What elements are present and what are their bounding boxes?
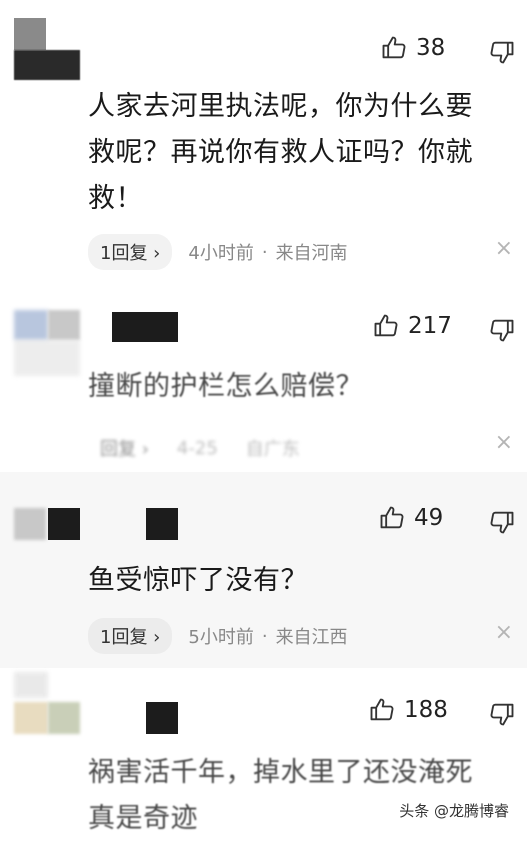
- like-button[interactable]: 38: [380, 34, 445, 62]
- thumbs-up-icon: [380, 506, 404, 529]
- timestamp: 5小时前: [188, 627, 254, 648]
- reply-button[interactable]: 回复 ›: [88, 430, 161, 466]
- comment-line: 鱼受惊吓了没有？: [88, 565, 308, 596]
- location: 来自河南: [275, 243, 348, 264]
- comment-meta: 1回复 › 4小时前 · 来自河南: [88, 234, 348, 270]
- thumbs-up-icon: [382, 36, 406, 59]
- avatar[interactable]: [14, 672, 80, 734]
- comment-meta: 1回复 › 5小时前 · 来自江西: [88, 618, 348, 654]
- thumbs-up-icon: [370, 698, 394, 721]
- dislike-button[interactable]: [488, 38, 516, 66]
- reply-button[interactable]: 1回复 ›: [88, 618, 173, 654]
- username-redacted: [112, 312, 178, 342]
- comment-1: 38 人家去河里执法呢，你为什么要 救呢？再说你有救人证吗？你就 救！ 1回复 …: [0, 0, 527, 290]
- comment-text: 祸害活千年，掉水里了还没淹死 真是奇迹: [88, 750, 473, 842]
- timestamp: 4小时前: [188, 243, 254, 264]
- thumbs-down-icon: [490, 703, 514, 726]
- watermark: 头条 @龙腾博睿: [395, 798, 513, 823]
- dislike-button[interactable]: [488, 700, 516, 728]
- like-count: 49: [414, 505, 444, 531]
- thumbs-down-icon: [490, 511, 514, 534]
- timestamp: 4-25: [176, 437, 218, 459]
- like-button[interactable]: 49: [378, 504, 443, 532]
- comment-line: 救！: [88, 183, 143, 214]
- thumbs-down-icon: [490, 41, 514, 64]
- comment-line: 人家去河里执法呢，你为什么要: [88, 91, 473, 122]
- close-icon[interactable]: ×: [495, 620, 513, 645]
- comment-line: 救呢？再说你有救人证吗？你就: [88, 137, 473, 168]
- comment-2: 217 撞断的护栏怎么赔偿？ 回复 › 4-25 自广东 ×: [0, 290, 527, 472]
- username-redacted: [146, 702, 178, 734]
- like-count: 38: [416, 35, 446, 61]
- like-count: 188: [404, 697, 448, 723]
- comment-text: 人家去河里执法呢，你为什么要 救呢？再说你有救人证吗？你就 救！: [88, 84, 473, 222]
- location: 来自江西: [275, 627, 348, 648]
- avatar[interactable]: [14, 310, 80, 376]
- close-icon[interactable]: ×: [495, 430, 513, 455]
- comment-meta: 回复 › 4-25 自广东: [88, 430, 300, 466]
- comment-3: 49 鱼受惊吓了没有？ 1回复 › 5小时前 · 来自江西 ×: [0, 472, 527, 668]
- comment-line: 祸害活千年，掉水里了还没淹死: [88, 757, 473, 788]
- thumbs-down-icon: [490, 319, 514, 342]
- like-button[interactable]: 188: [368, 696, 448, 724]
- avatar[interactable]: [14, 18, 80, 80]
- location: 自广东: [245, 439, 300, 460]
- dislike-button[interactable]: [488, 316, 516, 344]
- like-button[interactable]: 217: [372, 312, 452, 340]
- dislike-button[interactable]: [488, 508, 516, 536]
- thumbs-up-icon: [374, 314, 398, 337]
- comment-text: 鱼受惊吓了没有？: [88, 558, 308, 604]
- avatar[interactable]: [14, 508, 80, 540]
- close-icon[interactable]: ×: [495, 236, 513, 261]
- comment-text: 撞断的护栏怎么赔偿？: [88, 364, 363, 410]
- meta-separator: ·: [261, 625, 268, 647]
- like-count: 217: [408, 313, 452, 339]
- username-redacted: [146, 508, 178, 540]
- comment-line: 撞断的护栏怎么赔偿？: [88, 371, 363, 402]
- reply-button[interactable]: 1回复 ›: [88, 234, 173, 270]
- meta-separator: ·: [261, 241, 268, 263]
